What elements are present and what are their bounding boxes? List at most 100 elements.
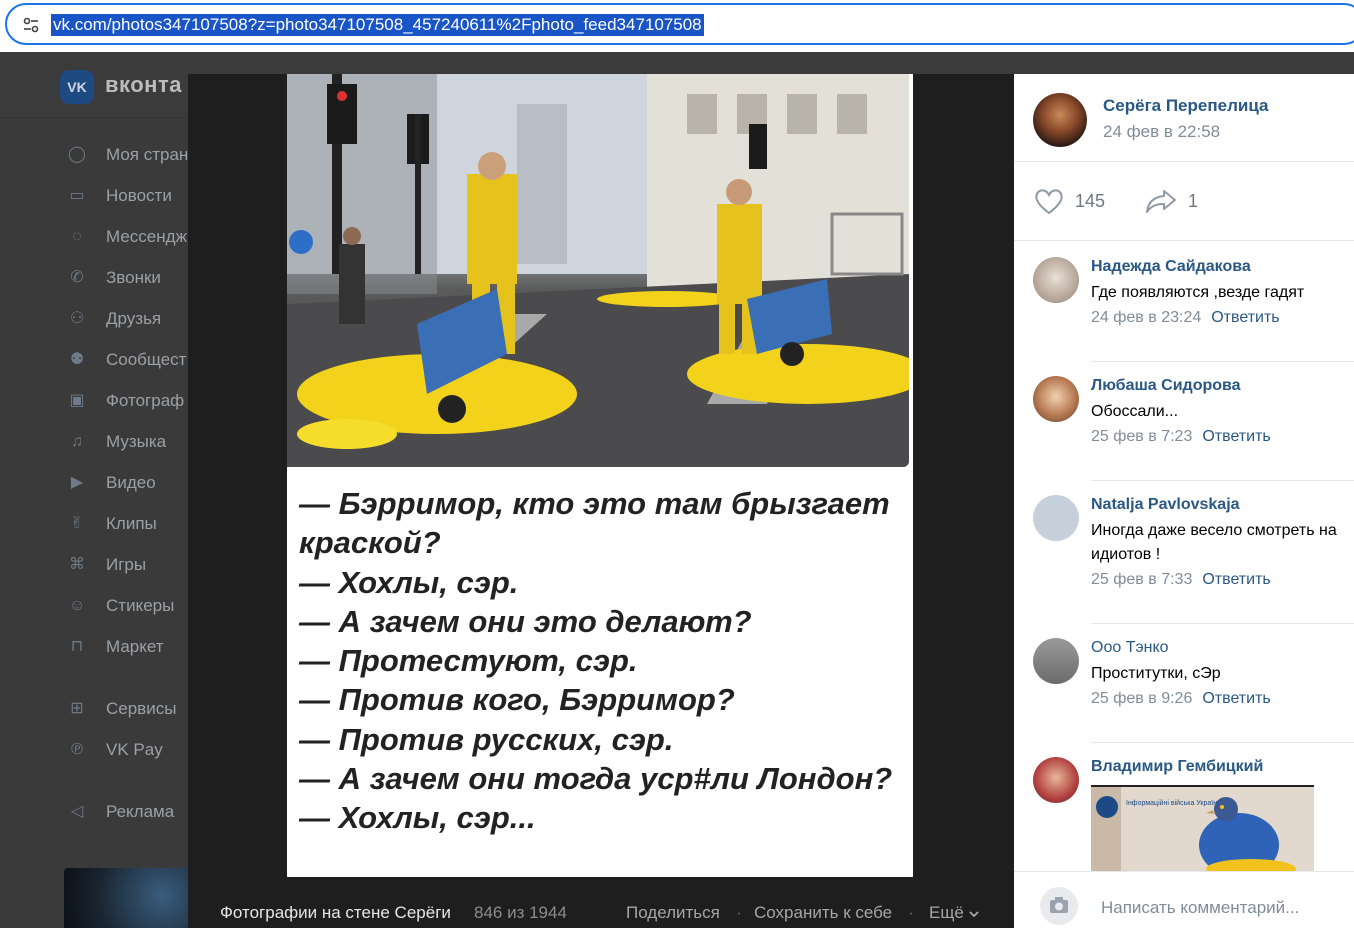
share-button[interactable]: Поделиться xyxy=(626,903,720,923)
caption-line: — Против русских, сэр. xyxy=(299,721,674,757)
sidebar-item-photos[interactable]: ▣ Фотограф xyxy=(60,380,200,421)
sidebar-item-messenger[interactable]: ◌ Мессендж xyxy=(60,216,200,257)
sidebar-item-label: Друзья xyxy=(106,308,162,328)
share-arrow-icon xyxy=(1146,190,1176,213)
vkpay-icon: ℗ xyxy=(71,740,83,758)
likes-count: 145 xyxy=(1075,190,1106,211)
sidebar-divider xyxy=(60,770,200,791)
sidebar-item-news[interactable]: ▭ Новости xyxy=(60,175,200,216)
sidebar-item-stickers[interactable]: ☺ Стикеры xyxy=(60,585,200,626)
comment-meta: 25 фев в 7:23 Ответить xyxy=(1091,428,1271,446)
photo-image[interactable]: — Бэрримор, кто это там брызгает краской… xyxy=(287,74,913,877)
caption-line: — Хохлы, сэр... xyxy=(299,800,536,836)
gamepad-icon: ⌘ xyxy=(69,555,85,573)
user-circle-icon: ◯ xyxy=(68,145,86,163)
sidebar-item-friends[interactable]: ⚇ Друзья xyxy=(60,298,200,339)
sidebar-item-services[interactable]: ⊞ Сервисы xyxy=(60,688,200,729)
sidebar-item-clips[interactable]: ✌ Клипы xyxy=(60,503,200,544)
comment-author[interactable]: Natalja Pavlovskaja xyxy=(1091,496,1240,514)
avatar[interactable] xyxy=(1033,376,1079,422)
browser-toolbar: vk.com/photos347107508?z=photo347107508_… xyxy=(0,0,1354,52)
caption-line: — Протестуют, сэр. xyxy=(299,643,638,679)
caption-line: — Против кого, Бэрримор? xyxy=(299,682,735,718)
sidebar-item-label: Стикеры xyxy=(106,595,175,615)
comment-author[interactable]: Надежда Сайдакова xyxy=(1091,258,1251,276)
sidebar-item-label: Игры xyxy=(106,554,147,574)
market-bag-icon: ⊓ xyxy=(70,637,84,655)
comment-date[interactable]: 25 фев в 9:26 xyxy=(1091,690,1192,707)
sidebar-item-music[interactable]: ♫ Музыка xyxy=(60,421,200,462)
avatar[interactable] xyxy=(1033,257,1079,303)
phone-icon: ✆ xyxy=(70,268,84,286)
album-link[interactable]: Фотографии на стене Серёги xyxy=(220,903,451,923)
comment-date[interactable]: 25 фев в 7:23 xyxy=(1091,428,1192,445)
camera-icon[interactable] xyxy=(1040,887,1078,925)
author-name-link[interactable]: Серёга Перепелица xyxy=(1103,96,1268,116)
divider xyxy=(1091,361,1354,362)
comment-author[interactable]: Любаша Сидорова xyxy=(1091,377,1241,395)
comment-date[interactable]: 24 фев в 23:24 xyxy=(1091,309,1201,326)
comment-meta: 25 фев в 7:33 Ответить xyxy=(1091,571,1271,589)
share-count-button[interactable]: 1 xyxy=(1144,186,1198,216)
pigeon-image: Інформаційні війська України xyxy=(1091,787,1314,875)
save-to-me-button[interactable]: Сохранить к себе xyxy=(754,903,892,923)
comment-author[interactable]: Владимир Гембицкий xyxy=(1091,758,1263,776)
sidebar-item-label: Новости xyxy=(106,185,172,205)
address-url-text[interactable]: vk.com/photos347107508?z=photo347107508_… xyxy=(51,14,704,36)
sidebar-item-vkpay[interactable]: ℗ VK Pay xyxy=(60,729,200,770)
sidebar-item-label: Фотограф xyxy=(106,390,185,410)
caption-line: — Бэрримор, кто это там брызгает xyxy=(299,486,890,521)
sidebar-item-games[interactable]: ⌘ Игры xyxy=(60,544,200,585)
avatar[interactable] xyxy=(1033,757,1079,803)
like-button[interactable]: 145 xyxy=(1033,186,1105,216)
divider xyxy=(1091,480,1354,481)
comment-text: Проститутки, сЭр xyxy=(1091,665,1221,682)
separator-dot: · xyxy=(908,903,914,922)
sidebar-item-ads[interactable]: ◁ Реклама xyxy=(60,791,200,832)
divider xyxy=(1014,240,1354,241)
vk-brand-name[interactable]: вконта xyxy=(105,72,182,98)
sidebar-banner-image[interactable] xyxy=(64,868,204,928)
video-icon: ▶ xyxy=(70,473,84,491)
chevron-down-icon[interactable] xyxy=(968,909,980,919)
sidebar-item-label: VK Pay xyxy=(106,739,163,759)
more-button[interactable]: Ещё xyxy=(929,903,964,923)
sidebar-item-label: Музыка xyxy=(106,431,167,451)
post-date[interactable]: 24 фев в 22:58 xyxy=(1103,122,1220,142)
address-bar[interactable]: vk.com/photos347107508?z=photo347107508_… xyxy=(5,3,1354,45)
comment-meta: 25 фев в 9:26 Ответить xyxy=(1091,690,1271,708)
reply-button[interactable]: Ответить xyxy=(1211,309,1279,326)
comment-author[interactable]: Ооо Тэнко xyxy=(1091,639,1169,657)
sidebar-item-calls[interactable]: ✆ Звонки xyxy=(60,257,200,298)
sidebar-item-label: Сообщест xyxy=(106,349,187,369)
services-grid-icon: ⊞ xyxy=(70,699,84,717)
sidebar-item-video[interactable]: ▶ Видео xyxy=(60,462,200,503)
comment-date[interactable]: 25 фев в 7:33 xyxy=(1091,571,1192,588)
sidebar-item-profile[interactable]: ◯ Моя стран xyxy=(60,134,200,175)
sidebar-item-label: Клипы xyxy=(106,513,157,533)
reply-button[interactable]: Ответить xyxy=(1202,571,1270,588)
deactivated-dog-avatar-icon[interactable] xyxy=(1033,495,1079,541)
sidebar-item-communities[interactable]: ⚉ Сообщест xyxy=(60,339,200,380)
photo-street-scene xyxy=(287,74,909,467)
reply-button[interactable]: Ответить xyxy=(1202,690,1270,707)
shares-count: 1 xyxy=(1188,190,1199,211)
sticker-icon: ☺ xyxy=(68,596,86,614)
reply-button[interactable]: Ответить xyxy=(1202,428,1270,445)
comment-attachment-image[interactable]: Інформаційні війська України xyxy=(1091,785,1314,875)
avatar[interactable] xyxy=(1033,638,1079,684)
vk-logo-icon[interactable]: VK xyxy=(60,70,94,104)
sidebar-item-label: Звонки xyxy=(106,267,161,287)
comment-input[interactable]: Написать комментарий... xyxy=(1101,898,1299,918)
attachment-caption: Інформаційні війська України xyxy=(1126,799,1221,807)
divider xyxy=(1014,161,1354,162)
author-avatar[interactable] xyxy=(1033,93,1087,147)
site-settings-icon[interactable] xyxy=(21,15,41,35)
photo-icon: ▣ xyxy=(69,391,85,409)
sidebar-item-label: Сервисы xyxy=(106,698,177,718)
clips-icon: ✌ xyxy=(70,514,84,532)
sidebar-item-label: Маркет xyxy=(106,636,164,656)
megaphone-icon: ◁ xyxy=(70,802,84,820)
sidebar-item-market[interactable]: ⊓ Маркет xyxy=(60,626,200,667)
heart-icon xyxy=(1035,189,1063,215)
